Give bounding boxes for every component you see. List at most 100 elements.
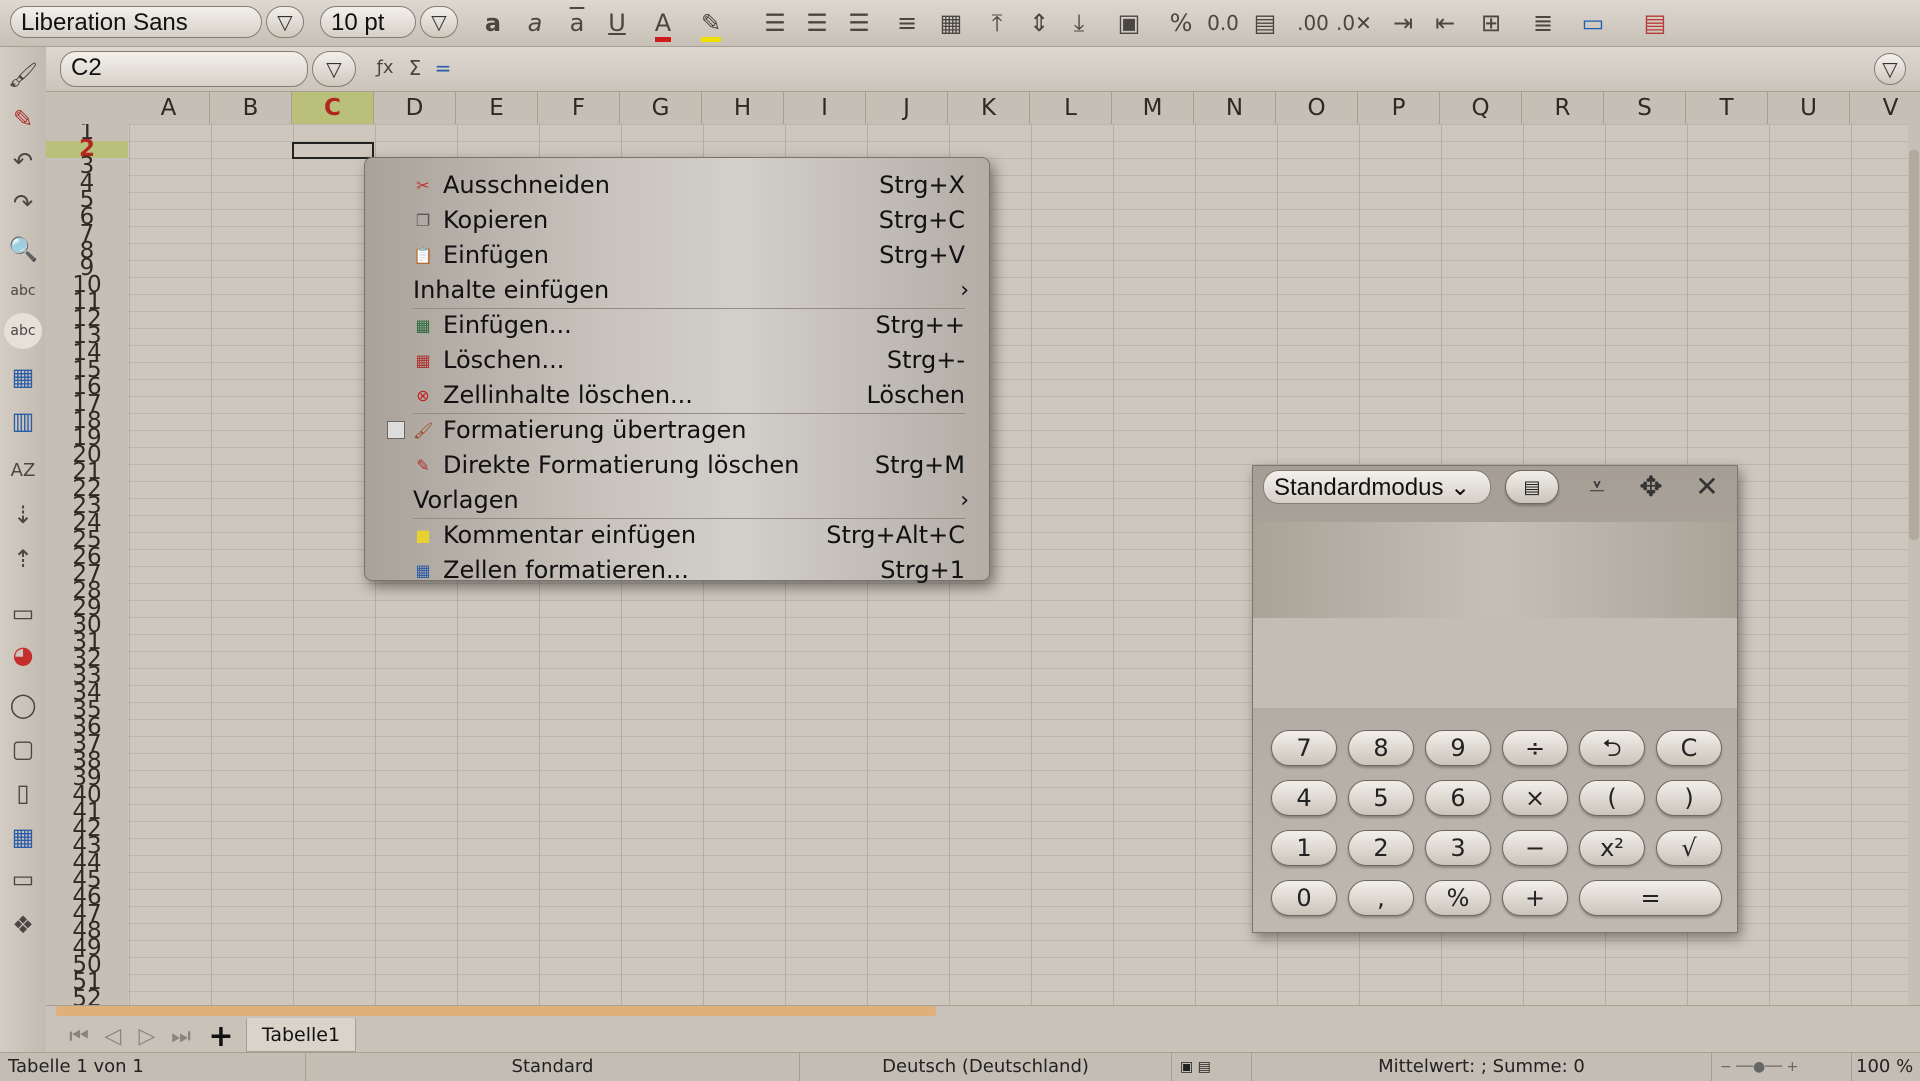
date-format-icon[interactable]: ▤ bbox=[1248, 6, 1282, 40]
calc-key-9[interactable]: 9 bbox=[1425, 730, 1491, 766]
column-header-h[interactable]: H bbox=[702, 92, 784, 124]
calc-key-backspace[interactable]: ⮌ bbox=[1579, 730, 1645, 766]
font-name-combo[interactable]: Liberation Sans bbox=[10, 6, 262, 38]
sheet-tab[interactable]: Tabelle1 bbox=[246, 1018, 356, 1052]
column-header-e[interactable]: E bbox=[456, 92, 538, 124]
shapes-icon[interactable]: ◯ bbox=[4, 687, 42, 723]
decrease-indent-icon[interactable]: ⇤ bbox=[1428, 6, 1462, 40]
calc-key-close-paren[interactable]: ) bbox=[1656, 780, 1722, 816]
wrap-text-icon[interactable]: ≡ bbox=[890, 6, 924, 40]
page-style[interactable]: Standard bbox=[306, 1053, 800, 1081]
align-middle-icon[interactable]: ⇕ bbox=[1022, 6, 1056, 40]
merge-cells-icon[interactable]: ▦ bbox=[934, 6, 968, 40]
undo-icon[interactable]: ↶ bbox=[4, 143, 42, 179]
clear-direct-formatting-icon[interactable]: ✎ bbox=[4, 101, 42, 137]
spellcheck-icon[interactable]: abc bbox=[4, 273, 42, 309]
border-color-icon[interactable]: ▭ bbox=[1576, 6, 1610, 40]
insert-image-icon[interactable]: ▭ bbox=[4, 595, 42, 631]
calc-key-square[interactable]: x² bbox=[1579, 830, 1645, 866]
calc-key-percent[interactable]: % bbox=[1425, 880, 1491, 916]
calc-key-1[interactable]: 1 bbox=[1271, 830, 1337, 866]
column-header-m[interactable]: M bbox=[1112, 92, 1194, 124]
column-header-r[interactable]: R bbox=[1522, 92, 1604, 124]
row-header-52[interactable]: 52 bbox=[46, 988, 128, 1006]
column-header-o[interactable]: O bbox=[1276, 92, 1358, 124]
menu-item-löschen[interactable]: ▦ Löschen... Strg+- bbox=[365, 343, 989, 378]
sort-ascending-icon[interactable]: ⇣ bbox=[4, 497, 42, 533]
calc-key-sqrt[interactable]: √ bbox=[1656, 830, 1722, 866]
column-header-t[interactable]: T bbox=[1686, 92, 1768, 124]
calc-key-multiply[interactable]: × bbox=[1502, 780, 1568, 816]
find-replace-icon[interactable]: 🔍 bbox=[4, 231, 42, 267]
menu-checkbox[interactable] bbox=[387, 421, 405, 439]
calc-key-5[interactable]: 5 bbox=[1348, 780, 1414, 816]
font-size-dropdown-icon[interactable]: ▽ bbox=[420, 6, 458, 38]
column-header-d[interactable]: D bbox=[374, 92, 456, 124]
name-box[interactable]: C2 bbox=[60, 51, 308, 87]
align-left-icon[interactable]: ☰ bbox=[758, 6, 792, 40]
calc-key-4[interactable]: 4 bbox=[1271, 780, 1337, 816]
column-header-f[interactable]: F bbox=[538, 92, 620, 124]
menu-item-zellen-formatieren[interactable]: ▦ Zellen formatieren... Strg+1 bbox=[365, 553, 989, 588]
increase-indent-icon[interactable]: ⇥ bbox=[1386, 6, 1420, 40]
zoom-level[interactable]: 100 % bbox=[1852, 1053, 1920, 1081]
active-cell[interactable] bbox=[292, 142, 374, 159]
name-box-dropdown-icon[interactable]: ▽ bbox=[312, 51, 356, 87]
column-header-i[interactable]: I bbox=[784, 92, 866, 124]
italic-icon[interactable]: a bbox=[518, 6, 552, 40]
calc-key-open-paren[interactable]: ( bbox=[1579, 780, 1645, 816]
insert-rows-icon[interactable]: ▦ bbox=[4, 359, 42, 395]
calculator-mode-select[interactable]: Standardmodus ⌄ bbox=[1263, 470, 1491, 504]
menu-item-inhalte-einfügen[interactable]: Inhalte einfügen › bbox=[365, 273, 989, 308]
column-header-q[interactable]: Q bbox=[1440, 92, 1522, 124]
next-sheet-icon[interactable]: ▷ bbox=[132, 1022, 162, 1052]
overline-icon[interactable]: a bbox=[560, 6, 594, 40]
insert-comment-icon[interactable]: ▢ bbox=[4, 731, 42, 767]
calc-key-plus[interactable]: + bbox=[1502, 880, 1568, 916]
formula-input[interactable] bbox=[466, 51, 1866, 87]
freeze-rows-icon[interactable]: ▭ bbox=[4, 861, 42, 897]
font-color-icon[interactable]: A bbox=[646, 6, 680, 42]
calculator-minimize-icon[interactable]: ⩡ bbox=[1575, 470, 1619, 504]
menu-item-kopieren[interactable]: ❐ Kopieren Strg+C bbox=[365, 203, 989, 238]
calc-key-0[interactable]: 0 bbox=[1271, 880, 1337, 916]
font-size-combo[interactable]: 10 pt bbox=[320, 6, 416, 38]
sort-icon[interactable]: AZ bbox=[4, 453, 42, 489]
menu-item-ausschneiden[interactable]: ✂ Ausschneiden Strg+X bbox=[365, 168, 989, 203]
column-header-c[interactable]: C bbox=[292, 92, 374, 124]
calc-key-8[interactable]: 8 bbox=[1348, 730, 1414, 766]
column-header-l[interactable]: L bbox=[1030, 92, 1112, 124]
language[interactable]: Deutsch (Deutschland) bbox=[800, 1053, 1172, 1081]
column-header-a[interactable]: A bbox=[128, 92, 210, 124]
column-header-k[interactable]: K bbox=[948, 92, 1030, 124]
align-bottom-icon[interactable]: ⤓ bbox=[1062, 6, 1096, 40]
border-style-icon[interactable]: ≣ bbox=[1526, 6, 1560, 40]
column-header-b[interactable]: B bbox=[210, 92, 292, 124]
calculator-pin-icon[interactable]: ✥ bbox=[1629, 470, 1673, 504]
add-decimal-icon[interactable]: .00 bbox=[1296, 6, 1330, 40]
align-center-icon[interactable]: ☰ bbox=[800, 6, 834, 40]
last-sheet-icon[interactable]: ⏭ bbox=[166, 1022, 196, 1052]
shapes-group-icon[interactable]: ❖ bbox=[4, 907, 42, 943]
column-header-v[interactable]: V bbox=[1850, 92, 1920, 124]
calc-key-decimal[interactable]: , bbox=[1348, 880, 1414, 916]
align-top-icon[interactable]: ⤒ bbox=[980, 6, 1014, 40]
align-right-icon[interactable]: ☰ bbox=[842, 6, 876, 40]
calc-key-equals[interactable]: = bbox=[1579, 880, 1722, 916]
column-header-u[interactable]: U bbox=[1768, 92, 1850, 124]
column-header-n[interactable]: N bbox=[1194, 92, 1276, 124]
horizontal-scrollbar[interactable] bbox=[56, 1006, 936, 1016]
column-header-p[interactable]: P bbox=[1358, 92, 1440, 124]
clone-formatting-icon[interactable]: 🖌 bbox=[4, 57, 42, 93]
sort-descending-icon[interactable]: ⇡ bbox=[4, 541, 42, 577]
menu-item-einfügen[interactable]: ▦ Einfügen... Strg++ bbox=[365, 308, 989, 343]
currency-format-icon[interactable]: ▣ bbox=[1112, 6, 1146, 40]
menu-item-formatierung-übertragen[interactable]: 🖌 Formatierung übertragen bbox=[365, 413, 989, 448]
redo-icon[interactable]: ↷ bbox=[4, 185, 42, 221]
number-format-icon[interactable]: 0.0 bbox=[1206, 6, 1240, 40]
auto-spellcheck-icon[interactable]: abc bbox=[4, 313, 42, 349]
calc-key-minus[interactable]: − bbox=[1502, 830, 1568, 866]
formula-icon[interactable]: = bbox=[426, 51, 460, 85]
underline-icon[interactable]: U bbox=[600, 6, 634, 40]
selection-mode-icon[interactable]: ▣ ▤ bbox=[1172, 1053, 1252, 1081]
